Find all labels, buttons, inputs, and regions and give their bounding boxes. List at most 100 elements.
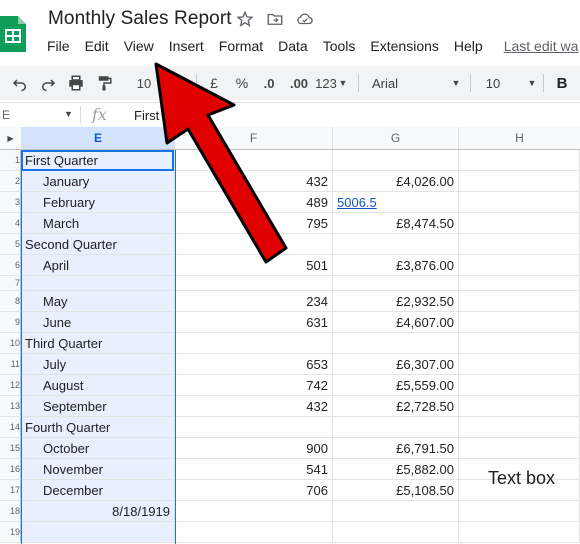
- cell-g[interactable]: 5006.5: [333, 192, 459, 212]
- cell-f[interactable]: 432: [175, 396, 333, 416]
- cell-f[interactable]: 706: [175, 480, 333, 500]
- cell-f[interactable]: [175, 333, 333, 353]
- row-number[interactable]: 12: [0, 375, 21, 395]
- cell-f[interactable]: [175, 276, 333, 290]
- cell-e[interactable]: [22, 522, 175, 542]
- cell-h[interactable]: [459, 171, 580, 191]
- document-title[interactable]: Monthly Sales Report: [48, 8, 232, 30]
- cell-f[interactable]: 489: [175, 192, 333, 212]
- cell-g[interactable]: [333, 522, 459, 542]
- cell-e[interactable]: July: [22, 354, 175, 374]
- cell-h[interactable]: [459, 417, 580, 437]
- cell-h[interactable]: [459, 522, 580, 542]
- cell-h[interactable]: [459, 312, 580, 332]
- cell-e[interactable]: Second Quarter: [22, 234, 175, 254]
- cell-g[interactable]: £5,108.50: [333, 480, 459, 500]
- cell-f[interactable]: [175, 522, 333, 542]
- cell-f[interactable]: 795: [175, 213, 333, 233]
- formula-input[interactable]: First Quarter: [134, 108, 207, 123]
- menu-view[interactable]: View: [124, 38, 154, 56]
- cell-e[interactable]: January: [22, 171, 175, 191]
- column-header-e[interactable]: E: [22, 127, 175, 149]
- cell-g[interactable]: £4,026.00: [333, 171, 459, 191]
- cell-f[interactable]: 742: [175, 375, 333, 395]
- row-number[interactable]: 4: [0, 213, 21, 233]
- cell-g[interactable]: [333, 276, 459, 290]
- cell-g[interactable]: [333, 333, 459, 353]
- row-number[interactable]: 14: [0, 417, 21, 437]
- cell-f[interactable]: 432: [175, 171, 333, 191]
- cell-f[interactable]: [175, 234, 333, 254]
- row-number[interactable]: 6: [0, 255, 21, 275]
- currency-format-button[interactable]: £: [204, 66, 224, 100]
- row-number[interactable]: 16: [0, 459, 21, 479]
- cell-g[interactable]: £2,932.50: [333, 291, 459, 311]
- cell-g[interactable]: [333, 234, 459, 254]
- cell-h[interactable]: [459, 333, 580, 353]
- row-number[interactable]: 1: [0, 150, 21, 170]
- font-size-select[interactable]: 10: [482, 66, 504, 100]
- cell-h[interactable]: [459, 255, 580, 275]
- cell-g[interactable]: £6,791.50: [333, 438, 459, 458]
- cell-f[interactable]: 501: [175, 255, 333, 275]
- cell-e[interactable]: [22, 276, 175, 290]
- column-header-h[interactable]: H: [459, 127, 580, 149]
- text-box[interactable]: Text box: [488, 468, 555, 489]
- row-number[interactable]: 2: [0, 171, 21, 191]
- cell-e[interactable]: 8/18/1919: [22, 501, 175, 521]
- cell-f[interactable]: [175, 501, 333, 521]
- menu-tools[interactable]: Tools: [323, 38, 356, 56]
- bold-button[interactable]: B: [552, 66, 572, 100]
- star-icon[interactable]: [236, 10, 254, 28]
- cell-g[interactable]: £4,607.00: [333, 312, 459, 332]
- row-number[interactable]: 13: [0, 396, 21, 416]
- cell-g[interactable]: [333, 501, 459, 521]
- row-number[interactable]: 15: [0, 438, 21, 458]
- cell-e[interactable]: Third Quarter: [22, 333, 175, 353]
- cell-f[interactable]: 631: [175, 312, 333, 332]
- row-number[interactable]: 10: [0, 333, 21, 353]
- cell-g[interactable]: [333, 150, 459, 170]
- name-box[interactable]: E ▼: [0, 103, 78, 127]
- cell-h[interactable]: [459, 192, 580, 212]
- redo-icon[interactable]: [36, 66, 60, 100]
- select-all-corner[interactable]: ▶: [0, 127, 22, 149]
- print-icon[interactable]: [64, 66, 88, 100]
- cell-h[interactable]: [459, 375, 580, 395]
- menu-help[interactable]: Help: [454, 38, 483, 56]
- menu-file[interactable]: File: [47, 38, 70, 56]
- chevron-down-icon[interactable]: ▼: [450, 66, 462, 100]
- sheets-logo-icon[interactable]: [0, 16, 26, 52]
- row-number[interactable]: 8: [0, 291, 21, 311]
- chevron-down-icon[interactable]: ▼: [526, 66, 538, 100]
- menu-format[interactable]: Format: [219, 38, 263, 56]
- cell-f[interactable]: [175, 417, 333, 437]
- cell-h[interactable]: [459, 150, 580, 170]
- cell-g[interactable]: £8,474.50: [333, 213, 459, 233]
- menu-data[interactable]: Data: [278, 38, 308, 56]
- percent-format-button[interactable]: %: [232, 66, 252, 100]
- cell-h[interactable]: [459, 501, 580, 521]
- decrease-decimal-button[interactable]: .0: [258, 66, 280, 100]
- row-number[interactable]: 17: [0, 480, 21, 500]
- column-header-g[interactable]: G: [333, 127, 459, 149]
- number-format-button[interactable]: 123: [314, 66, 338, 100]
- cell-e[interactable]: June: [22, 312, 175, 332]
- cell-h[interactable]: [459, 276, 580, 290]
- cell-g[interactable]: £5,882.00: [333, 459, 459, 479]
- cell-e[interactable]: May: [22, 291, 175, 311]
- last-edit-link[interactable]: Last edit wa: [504, 38, 579, 56]
- cell-e[interactable]: October: [22, 438, 175, 458]
- cell-g[interactable]: £2,728.50: [333, 396, 459, 416]
- cell-h[interactable]: [459, 234, 580, 254]
- cell-f[interactable]: 234: [175, 291, 333, 311]
- row-number[interactable]: 9: [0, 312, 21, 332]
- cell-e[interactable]: December: [22, 480, 175, 500]
- cell-h[interactable]: [459, 354, 580, 374]
- cell-h[interactable]: [459, 291, 580, 311]
- paint-format-icon[interactable]: [92, 66, 116, 100]
- font-family-select[interactable]: Arial: [372, 66, 462, 100]
- row-number[interactable]: 18: [0, 501, 21, 521]
- cell-e[interactable]: April: [22, 255, 175, 275]
- chevron-down-icon[interactable]: ▼: [338, 66, 348, 100]
